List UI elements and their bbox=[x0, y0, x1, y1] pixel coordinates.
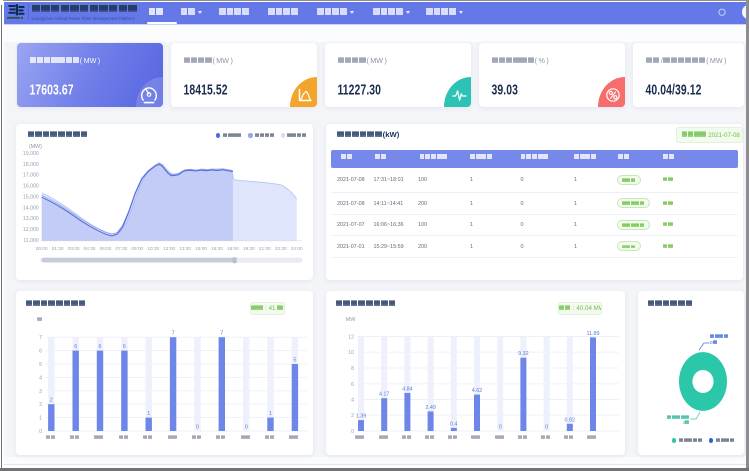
svg-text:0.4: 0.4 bbox=[450, 421, 458, 427]
svg-text:2.49: 2.49 bbox=[425, 405, 436, 411]
svg-text:1: 1 bbox=[269, 411, 272, 417]
svg-text:12:00: 12:00 bbox=[163, 246, 175, 251]
svg-text:7: 7 bbox=[220, 331, 223, 337]
svg-text:19,000: 19,000 bbox=[23, 151, 39, 157]
svg-text:7: 7 bbox=[172, 331, 175, 337]
svg-text:12: 12 bbox=[348, 335, 354, 341]
svg-text:1: 1 bbox=[147, 411, 150, 417]
svg-text:01:30: 01:30 bbox=[52, 246, 64, 251]
svg-text:4.17: 4.17 bbox=[379, 392, 390, 398]
svg-text:22:30: 22:30 bbox=[275, 246, 287, 251]
svg-text:3: 3 bbox=[39, 389, 42, 395]
svg-text:16,000: 16,000 bbox=[23, 184, 39, 190]
svg-text:7: 7 bbox=[39, 335, 42, 341]
svg-text:9.32: 9.32 bbox=[518, 351, 529, 357]
svg-text:8: 8 bbox=[351, 366, 354, 372]
svg-text:17,000: 17,000 bbox=[23, 173, 39, 179]
svg-text:12,000: 12,000 bbox=[23, 227, 39, 233]
svg-text:10:30: 10:30 bbox=[147, 246, 159, 251]
svg-text:15:00: 15:00 bbox=[195, 246, 207, 251]
svg-text:6: 6 bbox=[123, 344, 126, 350]
svg-text:15,000: 15,000 bbox=[23, 195, 39, 201]
svg-text:1: 1 bbox=[39, 416, 42, 422]
svg-text:0: 0 bbox=[545, 425, 548, 431]
svg-text:2: 2 bbox=[50, 398, 53, 404]
svg-text:0: 0 bbox=[39, 429, 42, 435]
svg-text:16:30: 16:30 bbox=[211, 246, 223, 251]
svg-text:5: 5 bbox=[293, 358, 296, 364]
svg-text:14,000: 14,000 bbox=[23, 205, 39, 211]
svg-text:0: 0 bbox=[351, 429, 354, 435]
svg-text:0: 0 bbox=[499, 425, 502, 431]
svg-text:18:00: 18:00 bbox=[227, 246, 239, 251]
svg-text:6: 6 bbox=[74, 344, 77, 350]
svg-text:1.39: 1.39 bbox=[356, 414, 367, 420]
svg-text:04:30: 04:30 bbox=[84, 246, 96, 251]
svg-text:11.89: 11.89 bbox=[586, 331, 599, 337]
svg-text:6: 6 bbox=[351, 382, 354, 388]
svg-text:6: 6 bbox=[39, 349, 42, 355]
svg-text:0.92: 0.92 bbox=[565, 417, 576, 423]
svg-text:07:30: 07:30 bbox=[116, 246, 128, 251]
svg-text:13,000: 13,000 bbox=[23, 216, 39, 222]
svg-text:06:00: 06:00 bbox=[100, 246, 112, 251]
svg-text:09:00: 09:00 bbox=[131, 246, 143, 251]
svg-text:03:00: 03:00 bbox=[68, 246, 80, 251]
svg-text:21:00: 21:00 bbox=[259, 246, 271, 251]
svg-text:0: 0 bbox=[196, 425, 199, 431]
svg-text:4.62: 4.62 bbox=[472, 388, 483, 394]
svg-text:13:30: 13:30 bbox=[179, 246, 191, 251]
svg-text:6: 6 bbox=[99, 344, 102, 350]
svg-text:10: 10 bbox=[348, 350, 354, 356]
svg-text:5: 5 bbox=[39, 362, 42, 368]
svg-text:0: 0 bbox=[245, 425, 248, 431]
svg-text:2: 2 bbox=[351, 413, 354, 419]
svg-text:2: 2 bbox=[39, 402, 42, 408]
svg-text:19:30: 19:30 bbox=[243, 246, 255, 251]
svg-text:4: 4 bbox=[39, 375, 42, 381]
svg-text:00:00: 00:00 bbox=[36, 246, 48, 251]
svg-text:24:00: 24:00 bbox=[291, 246, 303, 251]
svg-text:11,000: 11,000 bbox=[23, 238, 39, 244]
svg-text:4: 4 bbox=[351, 398, 354, 404]
svg-text:4.84: 4.84 bbox=[402, 386, 413, 392]
svg-text:18,000: 18,000 bbox=[23, 162, 39, 168]
